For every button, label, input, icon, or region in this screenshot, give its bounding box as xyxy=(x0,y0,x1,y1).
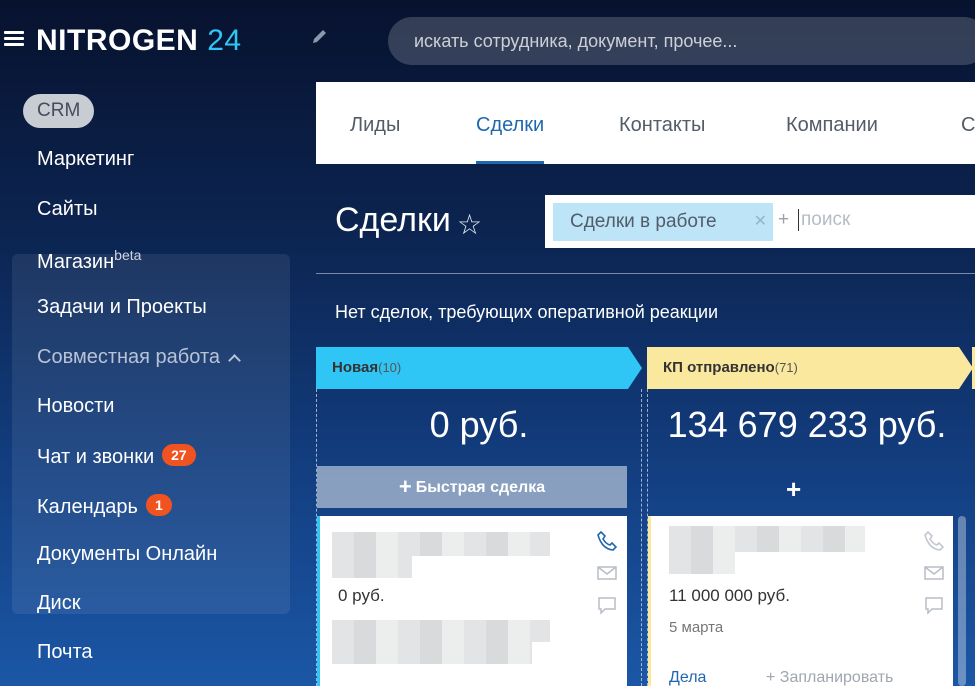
mail-icon[interactable] xyxy=(596,562,620,586)
sidebar-item-crm[interactable]: CRM xyxy=(23,94,95,128)
sidebar-item-label: Сайты xyxy=(37,198,98,220)
sidebar-item-disk[interactable]: Диск xyxy=(37,592,80,615)
close-icon[interactable]: ✕ xyxy=(754,203,767,241)
star-icon[interactable]: ☆ xyxy=(457,208,482,241)
sidebar-item-label: Чат и звонки xyxy=(37,446,155,468)
column-header-kp[interactable]: КП отправлено(71) xyxy=(647,347,973,389)
plus-icon: + xyxy=(398,474,412,499)
tab-contacts[interactable]: Контакты xyxy=(619,82,705,164)
column-title: КП отправлено xyxy=(663,359,775,376)
sidebar-item-news[interactable]: Новости xyxy=(37,395,114,418)
column-sum: 134 679 233 руб. xyxy=(667,404,947,445)
card-sum: 11 000 000 руб. xyxy=(669,586,790,605)
scrollbar[interactable] xyxy=(958,516,966,686)
plus-icon[interactable]: + xyxy=(778,209,789,231)
chevron-up-icon xyxy=(228,354,241,367)
column-sum: 0 руб. xyxy=(429,404,529,445)
column-title: Новая xyxy=(332,359,379,376)
blurred-contact xyxy=(332,620,550,642)
chat-icon[interactable] xyxy=(923,594,947,618)
sidebar-item-sites[interactable]: Сайты xyxy=(37,198,98,221)
search-field[interactable]: поиск xyxy=(798,209,850,231)
sidebar-item-label: Почта xyxy=(37,641,93,663)
deal-card[interactable]: 11 000 000 руб. 5 марта Дела + Запланиро… xyxy=(648,516,953,686)
column-count: (71) xyxy=(774,360,798,375)
column-header-new[interactable]: Новая(10) xyxy=(316,347,642,389)
logo-text: NITROGEN xyxy=(36,24,199,57)
phone-icon[interactable] xyxy=(923,530,947,554)
phone-icon[interactable] xyxy=(596,530,620,554)
logo-number: 24 xyxy=(207,24,242,57)
blurred-title xyxy=(669,552,735,574)
sidebar-item-label: Документы Онлайн xyxy=(37,543,218,565)
sidebar-item-docs[interactable]: Документы Онлайн xyxy=(37,543,217,566)
search-input[interactable]: искать сотрудника, документ, прочее... xyxy=(388,17,975,65)
deal-card[interactable]: 0 руб. xyxy=(317,516,627,686)
filter-chip[interactable]: Сделки в работе ✕ xyxy=(553,203,773,241)
quick-deal-label: Быстрая сделка xyxy=(415,479,546,496)
mail-icon[interactable] xyxy=(923,562,947,586)
chat-icon[interactable] xyxy=(596,594,620,618)
sidebar-item-mail[interactable]: Почта xyxy=(37,641,93,664)
sidebar-item-label: Маркетинг xyxy=(37,148,135,170)
top-bar: NITROGEN 24 искать сотрудника, документ,… xyxy=(0,0,975,82)
pencil-icon[interactable] xyxy=(310,28,332,50)
card-activities-link[interactable]: Дела xyxy=(669,669,706,686)
sidebar-item-chat[interactable]: Чат и звонки 27 xyxy=(37,444,196,469)
sidebar-group-label: Совместная работа xyxy=(37,346,220,368)
tab-companies[interactable]: Компании xyxy=(786,82,878,164)
sidebar-item-label: Новости xyxy=(37,395,115,417)
page-title: Сделки xyxy=(335,201,451,239)
blurred-title xyxy=(332,532,550,556)
sidebar-item-marketing[interactable]: Маркетинг xyxy=(37,148,134,171)
filter-search[interactable]: Сделки в работе ✕ + поиск xyxy=(545,195,975,248)
counter-badge: 1 xyxy=(145,494,172,516)
tab-more[interactable]: С xyxy=(961,82,975,164)
tab-deals[interactable]: Сделки xyxy=(476,82,545,164)
filter-chip-label: Сделки в работе xyxy=(570,211,717,232)
blurred-title xyxy=(332,556,412,578)
sidebar-item-label: Календарь xyxy=(37,496,138,518)
card-sum: 0 руб. xyxy=(338,586,385,605)
sidebar-item-calendar[interactable]: Календарь 1 xyxy=(37,494,172,519)
quick-deal-button[interactable]: + Быстрая сделка xyxy=(317,466,627,508)
menu-icon[interactable] xyxy=(4,31,24,47)
schedule-link[interactable]: + Запланировать xyxy=(766,669,893,686)
counter-badge: 27 xyxy=(162,444,196,466)
logo[interactable]: NITROGEN 24 xyxy=(36,24,242,58)
tab-leads[interactable]: Лиды xyxy=(350,82,400,164)
notice-text: Нет сделок, требующих оперативной реакци… xyxy=(335,302,719,322)
add-deal-button[interactable]: + xyxy=(786,474,801,505)
blurred-contact xyxy=(332,642,532,664)
blurred-title xyxy=(669,526,865,552)
card-date: 5 марта xyxy=(669,619,724,636)
sidebar-group-title[interactable]: Совместная работа xyxy=(37,346,241,369)
column-count: (10) xyxy=(378,360,402,375)
crm-tabs: Лиды Сделки Контакты Компании С xyxy=(316,82,975,164)
divider xyxy=(316,273,975,274)
sidebar-item-label: Диск xyxy=(37,592,81,614)
